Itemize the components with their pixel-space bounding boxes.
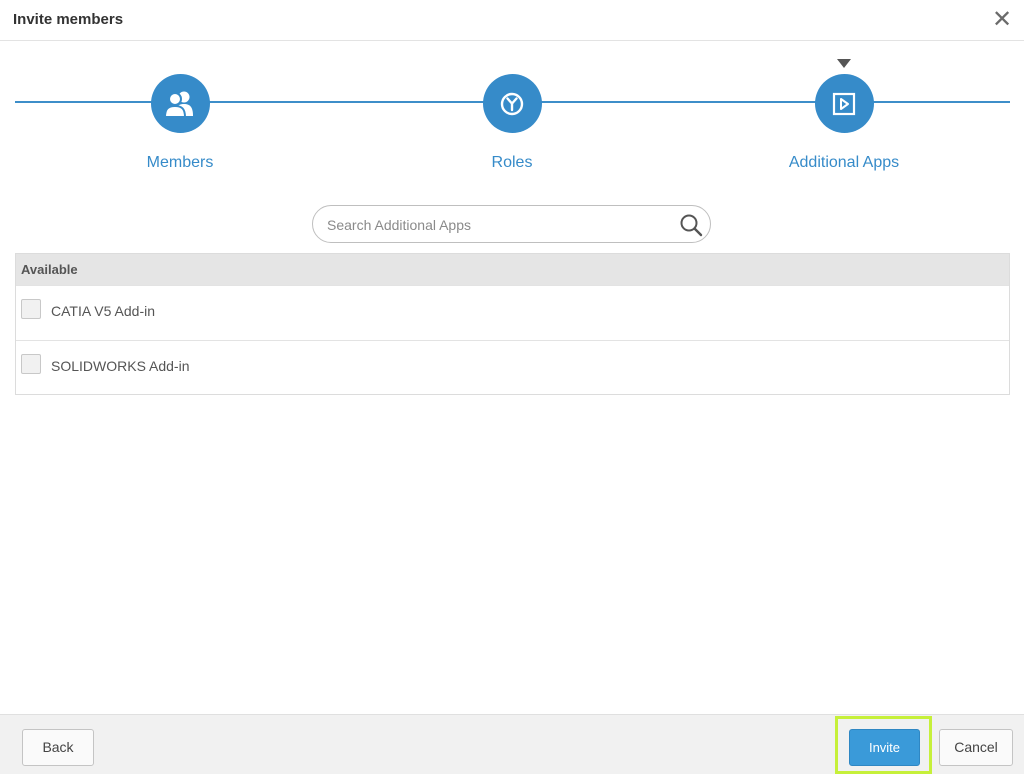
invite-button[interactable]: Invite xyxy=(849,729,920,766)
available-apps-table: Available CATIA V5 Add-in SOLIDWORKS Add… xyxy=(15,253,1010,395)
wizard-step-members[interactable]: Members xyxy=(80,74,280,172)
table-header: Available xyxy=(16,254,1009,285)
table-row[interactable]: SOLIDWORKS Add-in xyxy=(16,340,1009,395)
back-button[interactable]: Back xyxy=(22,729,94,766)
wizard-step-roles[interactable]: Roles xyxy=(412,74,612,172)
search-input[interactable] xyxy=(325,214,669,236)
app-checkbox[interactable] xyxy=(21,299,41,319)
step-label-roles: Roles xyxy=(491,154,533,171)
close-icon[interactable]: ✕ xyxy=(990,6,1014,34)
dialog-header: Invite members ✕ xyxy=(0,0,1024,41)
search-icon[interactable] xyxy=(678,212,704,238)
wizard-step-additional-apps[interactable]: Additional Apps xyxy=(744,74,944,172)
step-label-additional-apps: Additional Apps xyxy=(788,154,900,171)
dialog-footer: Back Invite Cancel xyxy=(0,714,1024,774)
dialog-title: Invite members xyxy=(13,11,124,28)
app-checkbox[interactable] xyxy=(21,354,41,374)
step-label-members: Members xyxy=(146,154,214,171)
search-box xyxy=(312,205,711,243)
cancel-button[interactable]: Cancel xyxy=(939,729,1013,766)
current-step-marker xyxy=(837,59,851,68)
roles-icon xyxy=(482,74,542,133)
additional-apps-icon xyxy=(814,74,874,133)
app-name: SOLIDWORKS Add-in xyxy=(51,358,190,374)
table-row[interactable]: CATIA V5 Add-in xyxy=(16,285,1009,340)
app-name: CATIA V5 Add-in xyxy=(51,303,156,319)
members-icon xyxy=(150,74,210,133)
